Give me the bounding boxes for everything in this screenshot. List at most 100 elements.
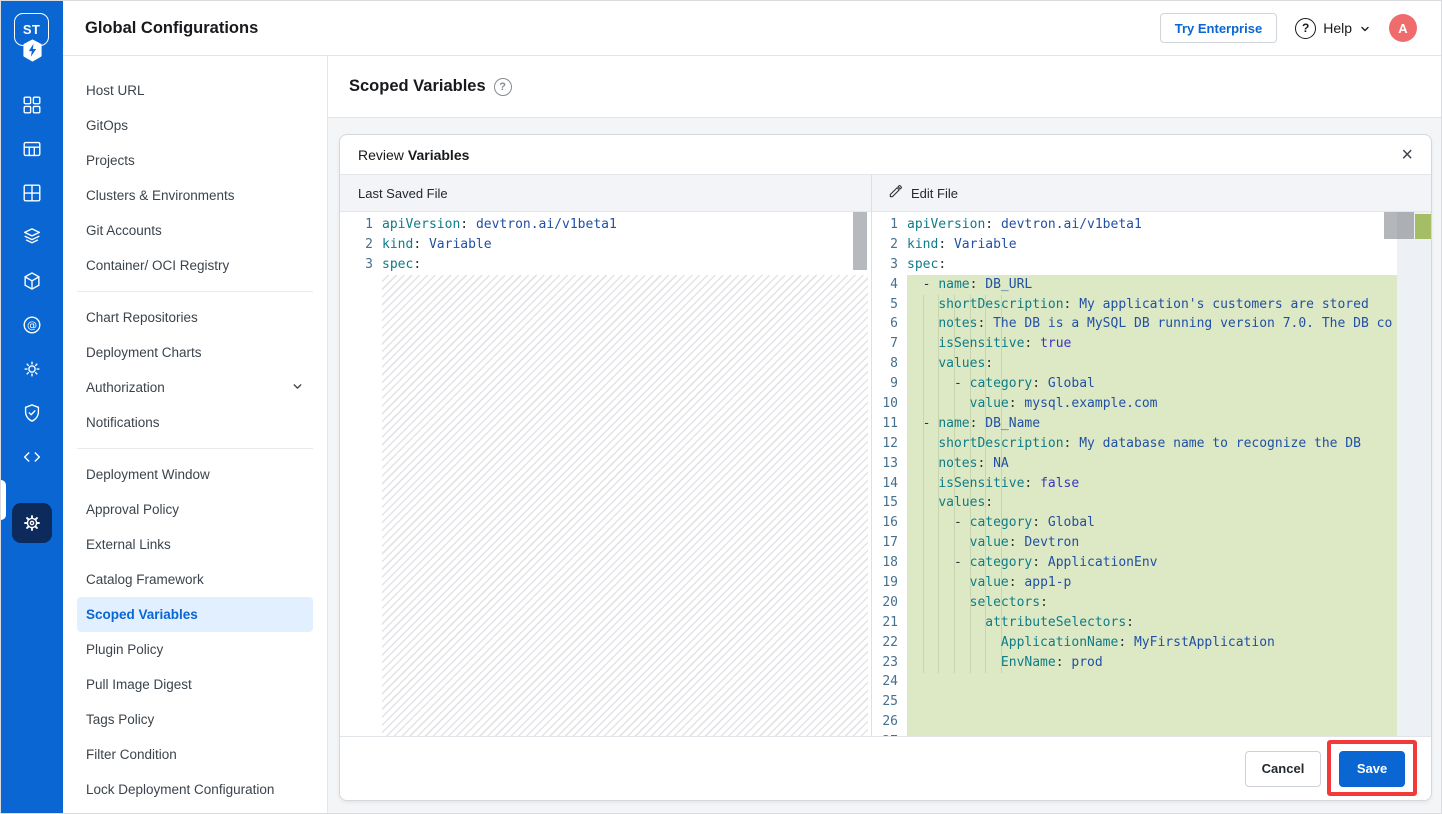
sidebar-item-host-url[interactable]: Host URL: [77, 73, 313, 108]
save-button[interactable]: Save: [1339, 751, 1405, 787]
code-line: 22 ApplicationName: MyFirstApplication: [872, 633, 1431, 653]
diff-pane-headers: Last Saved File Edit File: [340, 175, 1431, 212]
sidebar-item-filter-condition[interactable]: Filter Condition: [77, 737, 313, 772]
sidebar-item-label: Git Accounts: [86, 223, 162, 238]
top-header: Global Configurations Try Enterprise ? H…: [63, 1, 1441, 56]
right-pane-scrollbar[interactable]: [1384, 212, 1414, 239]
code-line: 9 - category: Global: [872, 374, 1431, 394]
sidebar-item-clusters-environments[interactable]: Clusters & Environments: [77, 178, 313, 213]
sidebar-item-label: Scoped Variables: [86, 607, 198, 622]
sidebar-item-label: Clusters & Environments: [86, 188, 235, 203]
sidebar-item-label: Tags Policy: [86, 712, 154, 727]
resource-browser-code-icon[interactable]: [20, 445, 44, 469]
sidebar-item-projects[interactable]: Projects: [77, 143, 313, 178]
sidebar-item-label: Projects: [86, 153, 135, 168]
code-line: 23 EnvName: prod: [872, 653, 1431, 673]
sidebar-item-deployment-window[interactable]: Deployment Window: [77, 457, 313, 492]
code-line: 3spec:: [340, 255, 871, 275]
cancel-button[interactable]: Cancel: [1245, 751, 1321, 787]
help-menu[interactable]: ? Help: [1295, 18, 1371, 39]
code-line: 26: [872, 712, 1431, 732]
application-groups-icon[interactable]: [20, 181, 44, 205]
icon-rail: ST @: [1, 1, 63, 813]
sidebar-item-label: Container/ OCI Registry: [86, 258, 229, 273]
sidebar-item-gitops[interactable]: GitOps: [77, 108, 313, 143]
user-avatar[interactable]: A: [1389, 14, 1417, 42]
sidebar-item-label: Filter Condition: [86, 747, 177, 762]
last-saved-file-pane[interactable]: 1apiVersion: devtron.ai/v1beta12kind: Va…: [340, 212, 872, 738]
code-line: 5 shortDescription: My application's cus…: [872, 295, 1431, 315]
close-icon[interactable]: ×: [1401, 145, 1413, 165]
code-line: 6 notes: The DB is a MySQL DB running ve…: [872, 314, 1431, 334]
try-enterprise-button[interactable]: Try Enterprise: [1160, 13, 1277, 43]
sidebar-item-scoped-variables[interactable]: Scoped Variables: [77, 597, 313, 632]
code-line: 4 - name: DB_URL: [872, 275, 1431, 295]
sidebar-item-external-links[interactable]: External Links: [77, 527, 313, 562]
left-pane-scrollbar[interactable]: [853, 212, 867, 270]
page-title: Global Configurations: [85, 19, 258, 38]
last-saved-file-header: Last Saved File: [340, 175, 872, 211]
sidebar-item-deployment-charts[interactable]: Deployment Charts: [77, 335, 313, 370]
sidebar-item-authorization[interactable]: Authorization: [77, 370, 313, 405]
sidebar-item-label: GitOps: [86, 118, 128, 133]
code-line: 21 attributeSelectors:: [872, 613, 1431, 633]
sidebar-item-chart-repositories[interactable]: Chart Repositories: [77, 300, 313, 335]
code-line: 12 shortDescription: My database name to…: [872, 434, 1431, 454]
diff-empty-hatch: [382, 275, 868, 738]
security-shield-icon[interactable]: [20, 401, 44, 425]
config-sidebar: Host URL GitOps Projects Clusters & Environ…: [63, 56, 328, 813]
overview-ruler: [1397, 212, 1431, 738]
jobs-gear-sun-icon[interactable]: [20, 357, 44, 381]
sidebar-item-pull-image-digest[interactable]: Pull Image Digest: [77, 667, 313, 702]
sidebar-item-label: Plugin Policy: [86, 642, 163, 657]
drawer-header: Review Variables ×: [340, 135, 1431, 175]
edit-file-pane[interactable]: 1apiVersion: devtron.ai/v1beta12kind: Va…: [872, 212, 1431, 738]
code-line: 19 value: app1-p: [872, 573, 1431, 593]
sidebar-item-label: Deployment Window: [86, 467, 210, 482]
sidebar-item-plugin-policy[interactable]: Plugin Policy: [77, 632, 313, 667]
section-header: Scoped Variables ?: [328, 56, 1441, 118]
chart-store-icon[interactable]: [20, 137, 44, 161]
code-line: 16 - category: Global: [872, 513, 1431, 533]
svg-text:@: @: [27, 321, 37, 332]
code-line: 17 value: Devtron: [872, 533, 1431, 553]
code-line: 25: [872, 692, 1431, 712]
applications-grid-icon[interactable]: [20, 93, 44, 117]
sidebar-item-label: Authorization: [86, 380, 165, 395]
sidebar-item-git-accounts[interactable]: Git Accounts: [77, 213, 313, 248]
code-line: 15 values:: [872, 493, 1431, 513]
sidebar-item-container-oci-registry[interactable]: Container/ OCI Registry: [77, 248, 313, 283]
code-line: 13 notes: NA: [872, 454, 1431, 474]
sidebar-item-label: Lock Deployment Configuration: [86, 782, 274, 797]
app-window: ST @ Global Configurations Try Enterpris…: [0, 0, 1442, 814]
helm-stack-icon[interactable]: [20, 225, 44, 249]
code-line: 3spec:: [872, 255, 1431, 275]
drawer-footer: Cancel Save: [340, 736, 1431, 800]
diff-editor: 1apiVersion: devtron.ai/v1beta12kind: Va…: [340, 212, 1431, 738]
chevron-down-icon: [1359, 22, 1371, 34]
help-label: Help: [1323, 20, 1352, 36]
code-line: 2kind: Variable: [340, 235, 871, 255]
sidebar-item-lock-deployment-configuration[interactable]: Lock Deployment Configuration: [77, 772, 313, 807]
header-actions: Try Enterprise ? Help A: [1160, 13, 1441, 43]
section-help-icon[interactable]: ?: [494, 78, 512, 96]
global-configurations-gear-icon[interactable]: [12, 503, 52, 543]
active-rail-indicator: [1, 480, 6, 520]
sidebar-divider: [77, 448, 313, 449]
help-icon: ?: [1295, 18, 1316, 39]
bulk-edit-icon[interactable]: @: [20, 313, 44, 337]
sidebar-item-catalog-framework[interactable]: Catalog Framework: [77, 562, 313, 597]
main-content: Scoped Variables ? Review Variables × La…: [328, 56, 1441, 813]
code-line: 1apiVersion: devtron.ai/v1beta1: [340, 215, 871, 235]
code-line: 1apiVersion: devtron.ai/v1beta1: [872, 215, 1431, 235]
code-line: 2kind: Variable: [872, 235, 1431, 255]
edit-file-header: Edit File: [872, 175, 1431, 211]
code-line: 20 selectors:: [872, 593, 1431, 613]
sidebar-item-label: Notifications: [86, 415, 160, 430]
sidebar-item-tags-policy[interactable]: Tags Policy: [77, 702, 313, 737]
sidebar-item-approval-policy[interactable]: Approval Policy: [77, 492, 313, 527]
package-cube-icon[interactable]: [20, 269, 44, 293]
sidebar-item-label: Chart Repositories: [86, 310, 198, 325]
sidebar-item-notifications[interactable]: Notifications: [77, 405, 313, 440]
sidebar-item-label: Approval Policy: [86, 502, 179, 517]
